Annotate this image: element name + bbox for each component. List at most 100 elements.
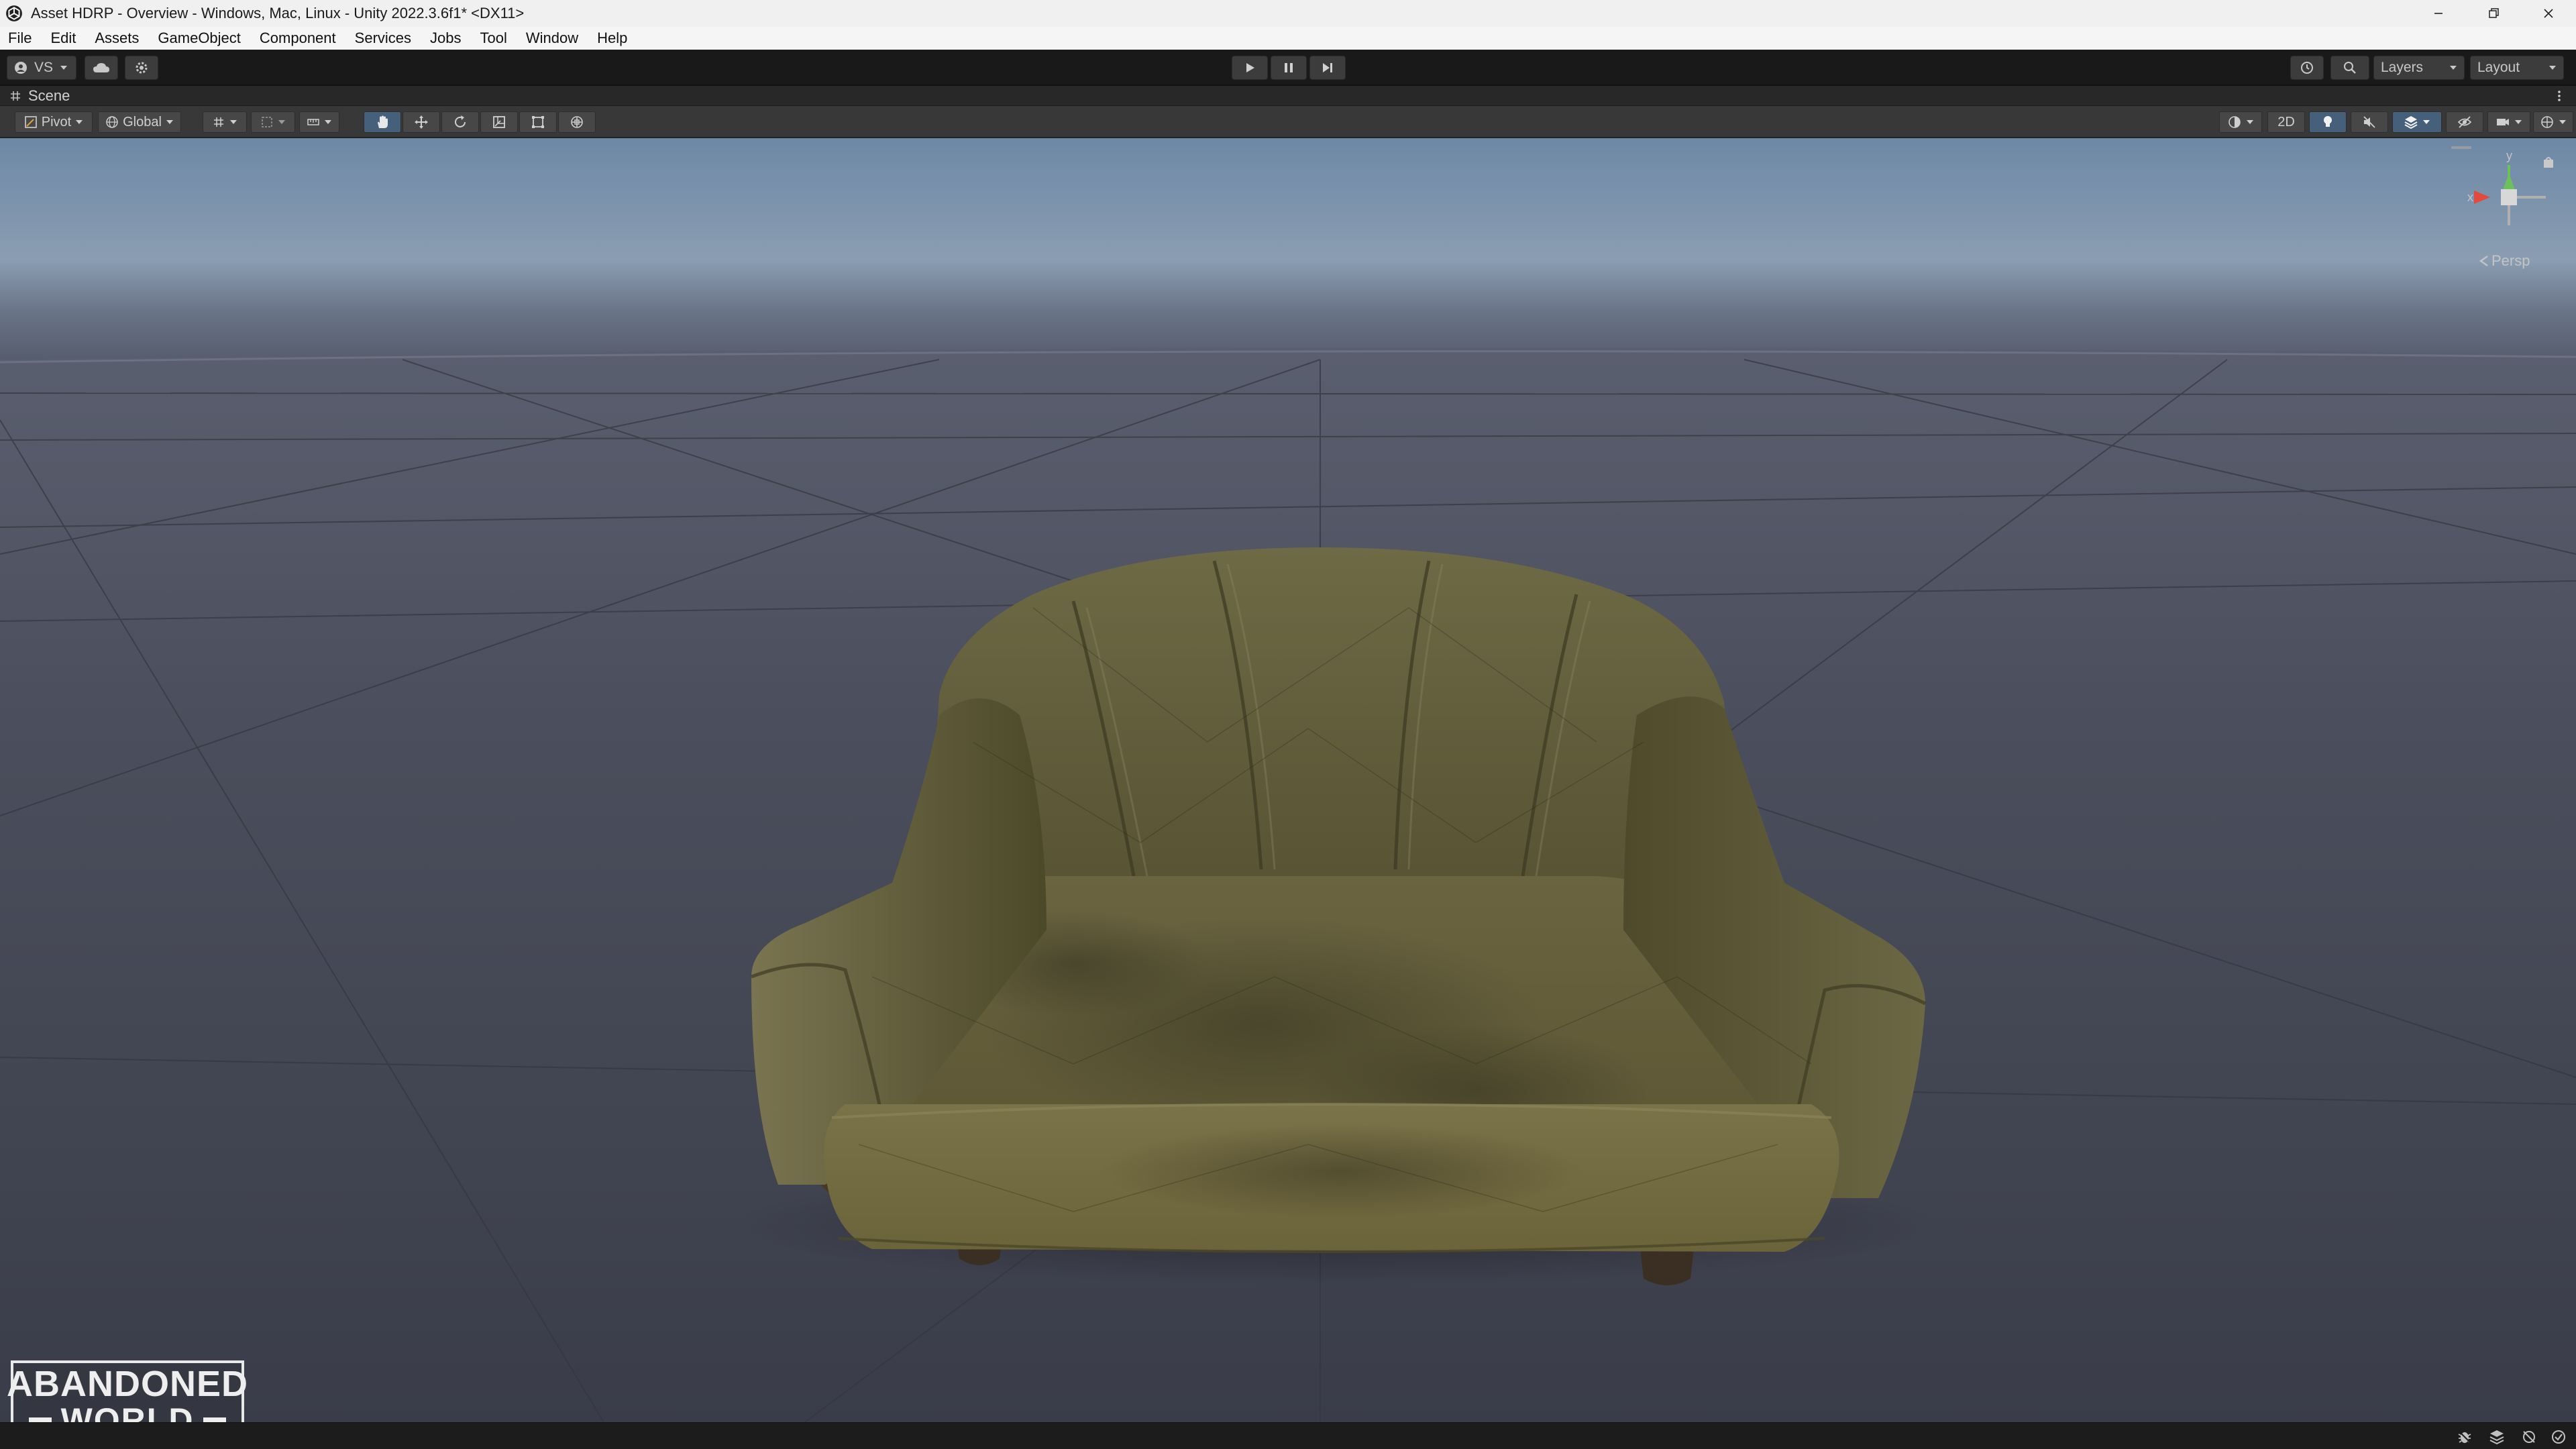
rect-tool-button[interactable]: [519, 111, 557, 133]
more-options-icon[interactable]: [2553, 90, 2565, 102]
history-button[interactable]: [2290, 56, 2324, 80]
rotate-tool-button[interactable]: [441, 111, 479, 133]
chevron-down-icon: [76, 120, 83, 124]
pivot-toggle[interactable]: Pivot: [15, 111, 93, 133]
status-bar: [0, 1422, 2576, 1449]
gizmo-globe-icon: [2541, 116, 2553, 128]
step-icon: [1323, 63, 1332, 72]
audio-toggle[interactable]: [2351, 111, 2388, 133]
cloud-button[interactable]: [85, 56, 118, 80]
window-title: Asset HDRP - Overview - Windows, Mac, Li…: [31, 5, 525, 21]
menu-window[interactable]: Window: [517, 27, 588, 50]
chevron-down-icon: [278, 120, 285, 124]
unity-logo-icon: [6, 5, 22, 21]
lightbulb-icon: [2324, 116, 2332, 127]
menu-services[interactable]: Services: [345, 27, 421, 50]
scale-icon: [493, 116, 505, 128]
globe-icon: [106, 116, 118, 128]
lighting-toggle[interactable]: [2309, 111, 2347, 133]
scene-tab-bar: Scene: [0, 86, 2576, 106]
layers-dropdown[interactable]: Layers: [2373, 56, 2465, 80]
global-toggle[interactable]: Global: [98, 111, 181, 133]
pivot-icon: [24, 116, 37, 128]
shading-sphere-icon: [2229, 116, 2241, 128]
menu-file[interactable]: File: [0, 27, 41, 50]
snap-icon: [262, 117, 272, 127]
restore-button[interactable]: [2466, 0, 2521, 27]
close-icon: [2544, 9, 2553, 18]
search-button[interactable]: [2330, 56, 2369, 80]
scale-tool-button[interactable]: [480, 111, 518, 133]
chevron-down-icon: [2559, 120, 2566, 124]
gizmo-x-label: x: [2467, 191, 2473, 204]
account-label: VS: [34, 60, 54, 75]
menu-tool[interactable]: Tool: [471, 27, 517, 50]
main-toolbar: VS Layers Layout: [0, 50, 2576, 86]
watermark-logo: ABANDONED WORLD: [7, 1360, 248, 1422]
chevron-down-icon: [60, 66, 68, 70]
scene-toolbar: Pivot Global 2D: [0, 106, 2576, 138]
layers-label: Layers: [2381, 60, 2424, 75]
menu-gameobject[interactable]: GameObject: [148, 27, 250, 50]
layout-label: Layout: [2477, 60, 2520, 75]
chevron-down-icon: [2515, 120, 2522, 124]
layout-dropdown[interactable]: Layout: [2470, 56, 2564, 80]
grid-snap-icon: [214, 117, 223, 127]
account-dropdown[interactable]: VS: [7, 56, 76, 80]
transform-icon: [571, 116, 583, 128]
menu-help[interactable]: Help: [588, 27, 637, 50]
chevron-down-icon: [2549, 66, 2556, 70]
tab-scene[interactable]: Scene: [0, 87, 70, 105]
global-label: Global: [123, 114, 162, 129]
snap-increment-dropdown[interactable]: [251, 111, 295, 133]
checkmark-circle-icon[interactable]: [2551, 1429, 2567, 1445]
gizmos-dropdown[interactable]: [2533, 111, 2573, 133]
minimize-icon: [2434, 13, 2443, 14]
transform-tool-button[interactable]: [558, 111, 596, 133]
grid-snap-dropdown[interactable]: [203, 111, 247, 133]
draw-mode-dropdown[interactable]: [2219, 111, 2262, 133]
hand-icon: [378, 115, 388, 128]
hidden-eye-icon: [2457, 116, 2472, 128]
bug-icon[interactable]: [2457, 1429, 2473, 1445]
scene-grid-icon: [11, 91, 20, 101]
history-icon: [2301, 62, 2313, 74]
play-icon: [1246, 63, 1254, 72]
menu-component[interactable]: Component: [250, 27, 345, 50]
gizmo-y-label: y: [2506, 149, 2512, 162]
camera-settings-dropdown[interactable]: [2487, 111, 2530, 133]
collab-button[interactable]: [125, 56, 158, 80]
menu-bar: File Edit Assets GameObject Component Se…: [0, 27, 2576, 50]
menu-edit[interactable]: Edit: [41, 27, 85, 50]
projection-label: Persp: [2491, 252, 2530, 269]
pause-button[interactable]: [1271, 56, 1307, 80]
mode-2d-label: 2D: [2277, 114, 2295, 129]
scene-tab-label: Scene: [28, 87, 70, 104]
stack-icon[interactable]: [2489, 1429, 2505, 1445]
window-title-bar: Asset HDRP - Overview - Windows, Mac, Li…: [0, 0, 2576, 27]
watermark-line1: ABANDONED: [7, 1364, 248, 1404]
menu-assets[interactable]: Assets: [85, 27, 148, 50]
effects-dropdown[interactable]: [2392, 111, 2442, 133]
watermark-dash-right: [203, 1417, 227, 1422]
menu-jobs[interactable]: Jobs: [421, 27, 470, 50]
minimize-button[interactable]: [2411, 0, 2466, 27]
visibility-toggle[interactable]: [2446, 111, 2483, 133]
close-button[interactable]: [2521, 0, 2576, 27]
lighting-status-icon[interactable]: [2521, 1429, 2537, 1445]
mode-2d-toggle[interactable]: 2D: [2267, 111, 2305, 133]
mute-speaker-icon: [2363, 116, 2375, 128]
chevron-down-icon: [2247, 120, 2253, 124]
account-icon: [15, 62, 27, 74]
scene-viewport[interactable]: y x Persp ABANDONED WORLD: [0, 138, 2576, 1422]
effects-layers-icon: [2404, 116, 2418, 129]
increment-snap-dropdown[interactable]: [299, 111, 339, 133]
rotate-icon: [455, 115, 466, 127]
step-button[interactable]: [1309, 56, 1346, 80]
move-tool-button[interactable]: [402, 111, 440, 133]
view-tool-button[interactable]: [364, 111, 401, 133]
play-button[interactable]: [1232, 56, 1268, 80]
rect-icon: [532, 116, 544, 128]
chevron-down-icon: [325, 120, 331, 124]
search-icon: [2344, 62, 2356, 74]
